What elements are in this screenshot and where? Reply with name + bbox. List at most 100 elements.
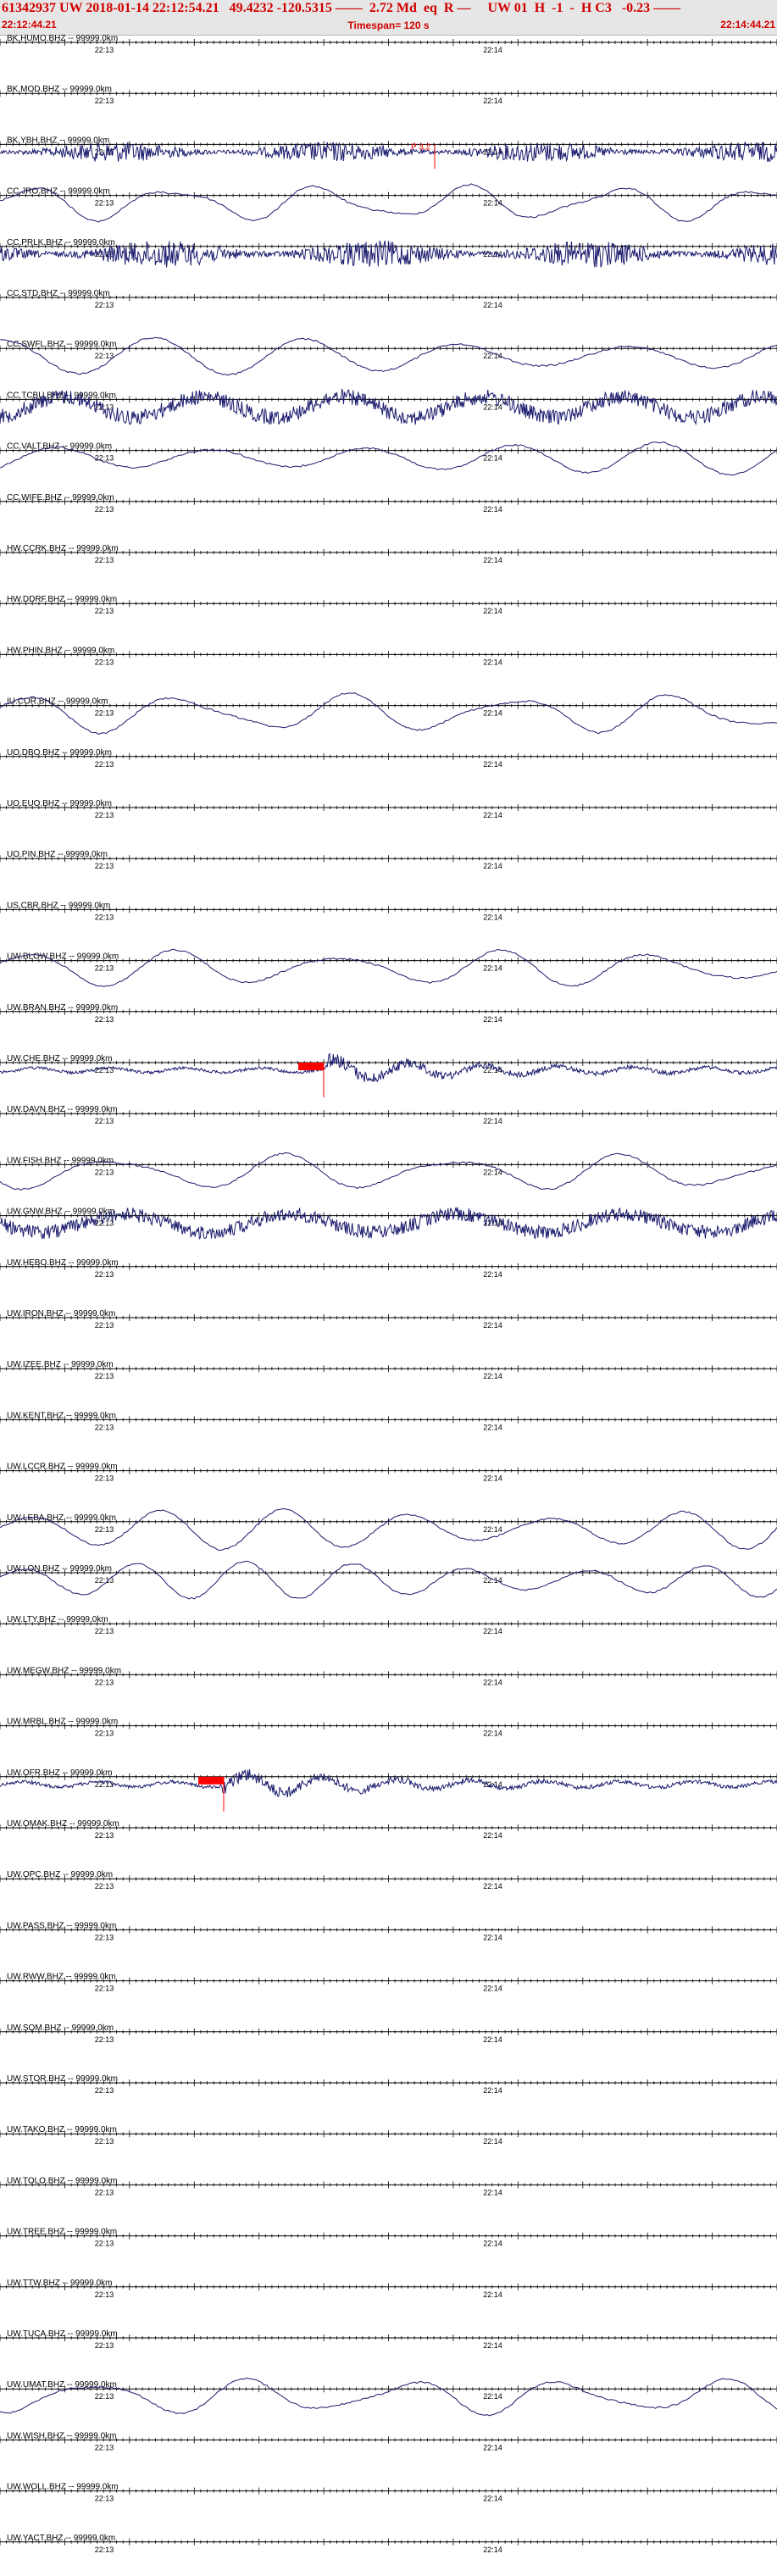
minute-label: 22:13 xyxy=(95,1933,114,1941)
station-label: UW.CHE.BHZ -- 99999.0km xyxy=(7,1054,112,1063)
minute-label: 22:13 xyxy=(95,1627,114,1635)
time-ticks xyxy=(0,2283,777,2290)
station-label: UO.EUO.BHZ -- 99999.0km xyxy=(7,799,112,808)
station-label: UW.OFR.BHZ -- 99999.0km xyxy=(7,1768,112,1778)
minute-label: 22:14 xyxy=(483,2137,502,2146)
seismic-trace xyxy=(0,441,777,476)
minute-label: 22:14 xyxy=(483,1576,502,1585)
minute-label: 22:14 xyxy=(483,1015,502,1024)
minute-label: 22:14 xyxy=(483,811,502,819)
minute-label: 22:14 xyxy=(483,1985,502,1993)
station-label: UW.IZEE.BHZ -- 99999.0km xyxy=(7,1360,114,1369)
time-ticks xyxy=(0,1314,777,1321)
minute-label: 22:14 xyxy=(483,2443,502,2451)
station-label: UW.IRON.BHZ -- 99999.0km xyxy=(7,1309,115,1319)
minute-label: 22:14 xyxy=(483,2086,502,2095)
minute-label: 22:13 xyxy=(95,2443,114,2451)
station-label: UW.OMAK.BHZ -- 99999.0km xyxy=(7,1819,119,1829)
time-ticks xyxy=(0,906,777,913)
time-ticks xyxy=(0,1977,777,1985)
time-ticks xyxy=(0,345,777,353)
seismic-trace xyxy=(0,1152,777,1191)
station-label: UW.RWW.BHZ -- 99999.0km xyxy=(7,1973,116,1982)
station-label: HW.PHIN.BHZ -- 99999.0km xyxy=(7,646,114,655)
minute-label: 22:14 xyxy=(483,709,502,718)
minute-label: 22:14 xyxy=(483,1831,502,1840)
time-ticks xyxy=(0,1926,777,1934)
station-label: UW.TAKO.BHZ -- 99999.0km xyxy=(7,2125,117,2135)
minute-label: 22:13 xyxy=(95,964,114,973)
minute-label: 22:13 xyxy=(95,1831,114,1840)
minute-label: 22:13 xyxy=(95,607,114,615)
minute-label: 22:14 xyxy=(483,301,502,309)
minute-label: 22:14 xyxy=(483,1321,502,1330)
station-label: UO.DBO.BHZ -- 99999.0km xyxy=(7,748,112,758)
minute-label: 22:13 xyxy=(95,97,114,105)
minute-label: 22:13 xyxy=(95,1321,114,1330)
time-ticks xyxy=(0,1620,777,1628)
station-label: CC.PRLK.BHZ -- 99999.0km xyxy=(7,238,115,247)
time-ticks xyxy=(0,497,777,505)
minute-label: 22:14 xyxy=(483,2035,502,2044)
station-label: UW.KENT.BHZ -- 99999.0km xyxy=(7,1411,116,1420)
minute-label: 22:14 xyxy=(483,760,502,769)
pick-label: P 3.2 xyxy=(411,142,431,152)
time-ticks xyxy=(0,752,777,760)
minute-label: 22:13 xyxy=(95,2495,114,2503)
minute-label: 22:14 xyxy=(483,2188,502,2196)
station-label: UW.TREE.BHZ -- 99999.0km xyxy=(7,2228,117,2237)
time-ticks xyxy=(0,2538,777,2545)
minute-label: 22:13 xyxy=(95,2545,114,2554)
minute-label: 22:13 xyxy=(95,556,114,564)
time-ticks xyxy=(0,192,777,199)
minute-label: 22:14 xyxy=(483,658,502,666)
minute-label: 22:13 xyxy=(95,1525,114,1534)
station-label: UW.STOR.BHZ -- 99999.0km xyxy=(7,2074,118,2084)
minute-label: 22:13 xyxy=(95,1729,114,1738)
station-label: UW.LON.BHZ -- 99999.0km xyxy=(7,1564,112,1574)
time-ticks xyxy=(0,90,777,97)
minute-label: 22:13 xyxy=(95,1117,114,1125)
station-label: IU.COR.BHZ -- 99999.0km xyxy=(7,697,108,707)
minute-label: 22:13 xyxy=(95,2086,114,2095)
minute-label: 22:14 xyxy=(483,1933,502,1941)
minute-label: 22:14 xyxy=(483,2290,502,2299)
minute-label: 22:14 xyxy=(483,2392,502,2401)
minute-label: 22:13 xyxy=(95,46,114,54)
minute-label: 22:14 xyxy=(483,1729,502,1738)
minute-label: 22:14 xyxy=(483,2495,502,2503)
minute-label: 22:14 xyxy=(483,1117,502,1125)
station-label: UW.UMAT.BHZ -- 99999.0km xyxy=(7,2380,117,2390)
time-ticks xyxy=(0,1161,777,1169)
minute-label: 22:14 xyxy=(483,1474,502,1483)
minute-label: 22:14 xyxy=(483,1372,502,1380)
time-ticks xyxy=(0,1059,777,1066)
time-ticks xyxy=(0,2436,777,2444)
seismic-trace xyxy=(0,336,777,376)
station-label: UW.LTY.BHZ -- 99999.0km xyxy=(7,1615,108,1624)
seismogram-plot: 22:13 22:14 BK.HUMO.BHZ -- 99999.0km 22:13 2… xyxy=(0,34,777,2554)
minute-label: 22:13 xyxy=(95,1219,114,1228)
station-label: UW.WISH.BHZ -- 99999.0km xyxy=(7,2431,116,2440)
minute-label: 22:13 xyxy=(95,454,114,463)
minute-label: 22:14 xyxy=(483,1525,502,1534)
time-ticks xyxy=(0,1569,777,1576)
station-label: UW.TOLO.BHZ -- 99999.0km xyxy=(7,2176,117,2185)
minute-label: 22:14 xyxy=(483,402,502,411)
minute-label: 22:13 xyxy=(95,2137,114,2146)
minute-label: 22:13 xyxy=(95,2188,114,2196)
minute-label: 22:13 xyxy=(95,2035,114,2044)
station-label: US.CBR.BHZ -- 99999.0km xyxy=(7,901,110,910)
station-label: UW.DAVN.BHZ -- 99999.0km xyxy=(7,1105,117,1114)
minute-label: 22:14 xyxy=(483,97,502,105)
seismic-trace xyxy=(0,692,777,735)
station-label: CC.WIFE.BHZ -- 99999.0km xyxy=(7,493,114,502)
minute-label: 22:13 xyxy=(95,913,114,921)
time-ticks xyxy=(0,651,777,658)
minute-label: 22:14 xyxy=(483,556,502,564)
seismic-trace xyxy=(0,388,777,426)
minute-label: 22:14 xyxy=(483,1627,502,1635)
station-label: UW.BRAN.BHZ -- 99999.0km xyxy=(7,1003,118,1013)
minute-label: 22:13 xyxy=(95,2240,114,2248)
time-ticks xyxy=(0,855,777,863)
